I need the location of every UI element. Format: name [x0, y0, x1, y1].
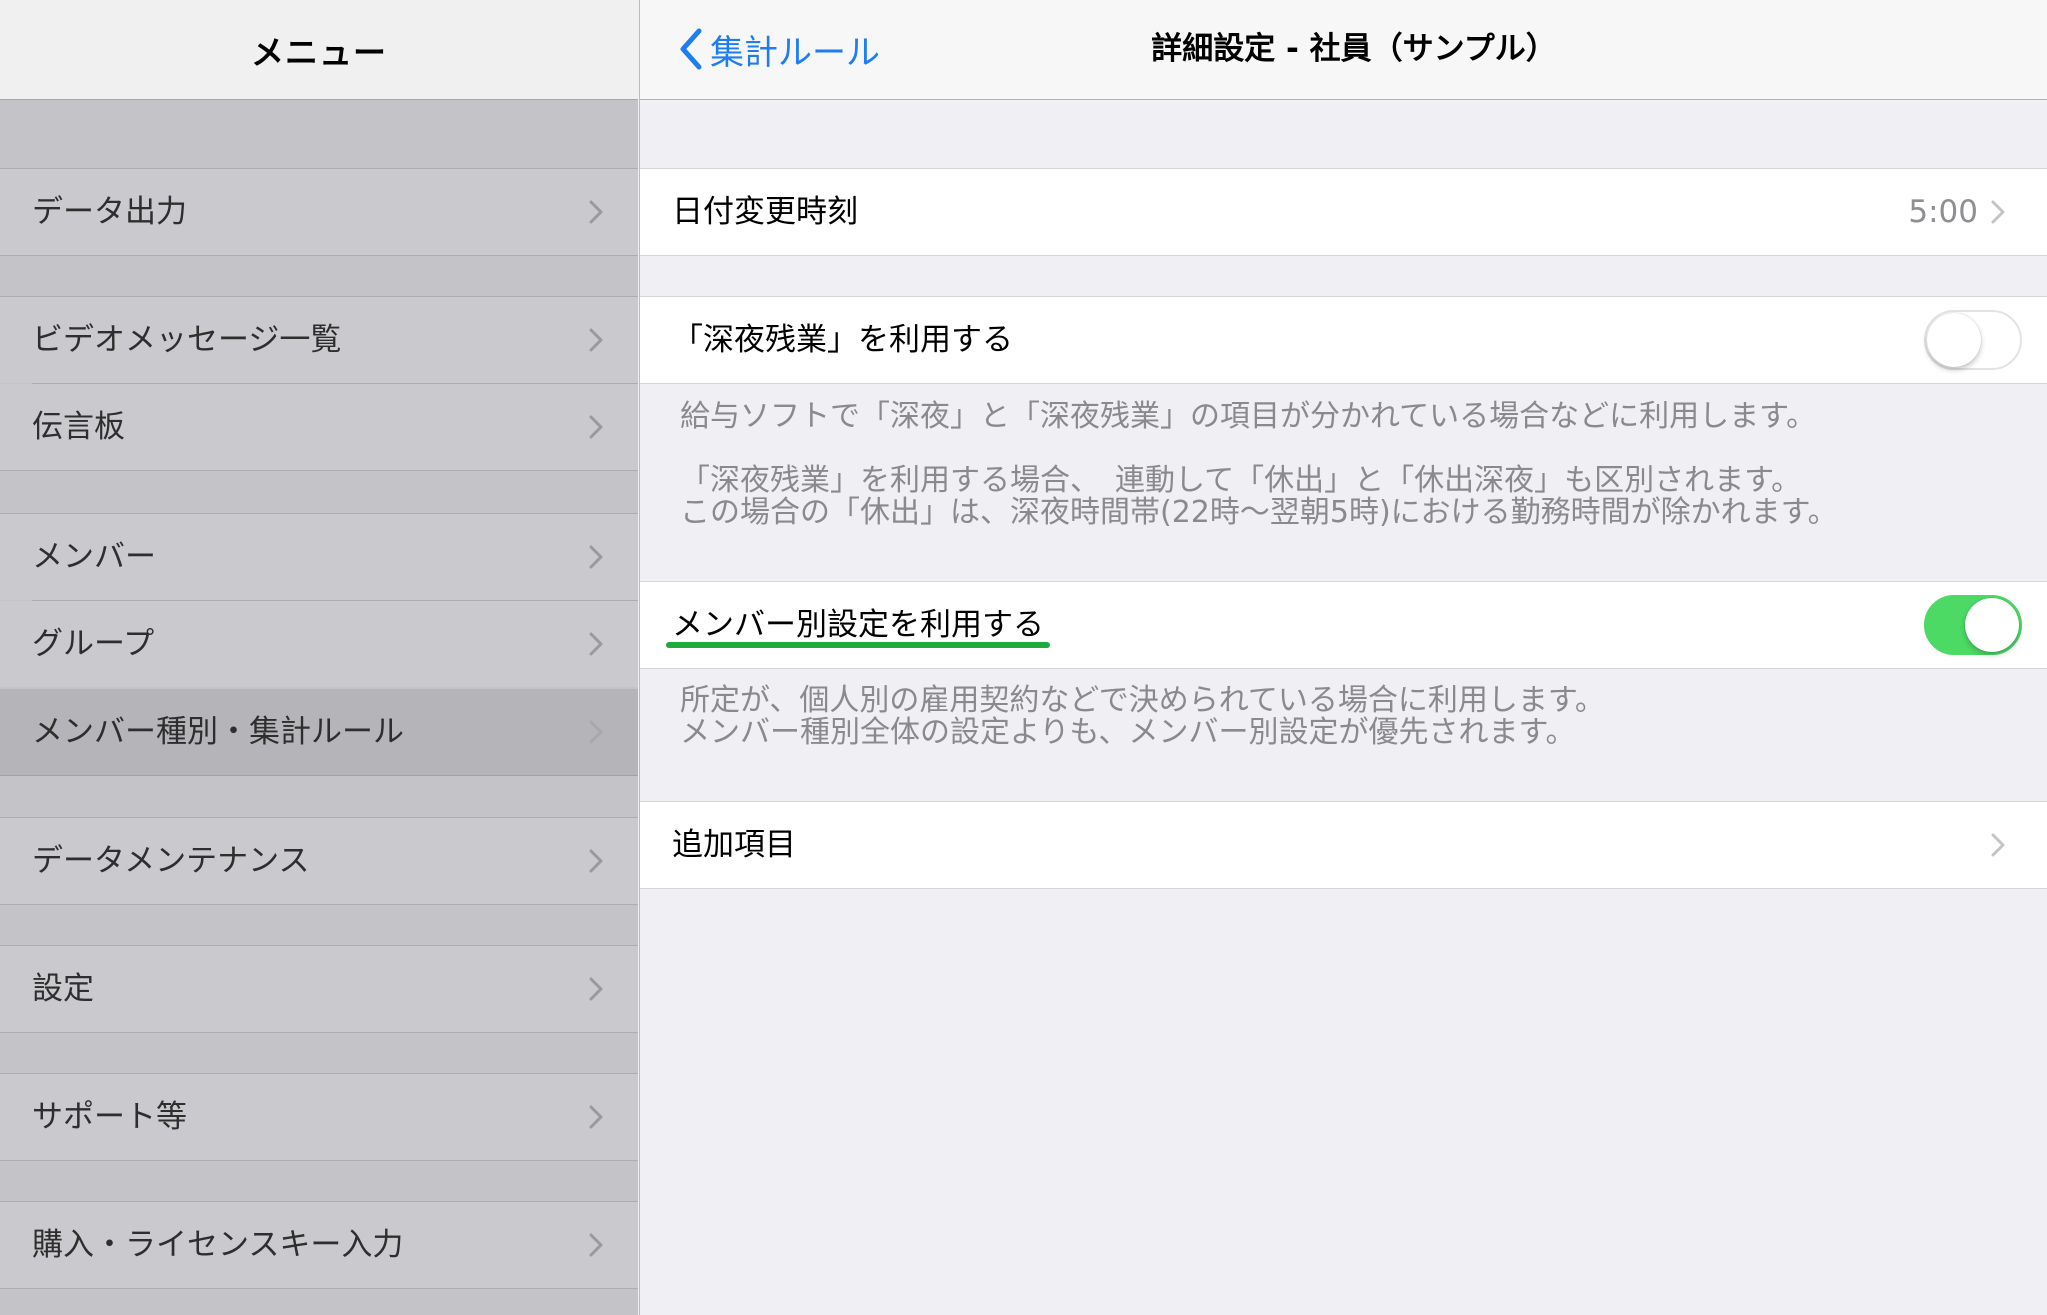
- sidebar-item-label: 設定: [32, 971, 94, 1007]
- additional-items-label: 追加項目: [672, 827, 796, 863]
- sidebar-item-label: メンバー種別・集計ルール: [32, 714, 404, 750]
- date-change-time-row[interactable]: 日付変更時刻 5:00: [640, 168, 2047, 256]
- member-settings-label: メンバー別設定を利用する: [672, 607, 1044, 643]
- sidebar-nav-bar: メニュー: [0, 0, 638, 100]
- highlight-underline: [666, 642, 1050, 648]
- back-button[interactable]: 集計ルール: [678, 24, 880, 74]
- chevron-right-icon: [589, 415, 603, 439]
- chevron-right-icon: [589, 1105, 603, 1129]
- footer-text: メンバー種別全体の設定よりも、メンバー別設定が優先されます。: [680, 715, 1576, 750]
- sidebar-item-purchase-license[interactable]: 購入・ライセンスキー入力: [0, 1201, 638, 1289]
- sidebar-item-label: サポート等: [32, 1099, 187, 1135]
- chevron-left-icon: [680, 28, 702, 70]
- sidebar: メニュー データ出力 ビデオメッセージ一覧 伝言板 メンバー グループ メンバー…: [0, 0, 638, 1315]
- toggle-knob: [1965, 598, 2019, 652]
- date-change-time-label: 日付変更時刻: [672, 194, 858, 230]
- date-change-time-value: 5:00: [1908, 194, 1978, 230]
- sidebar-item-data-maintenance[interactable]: データメンテナンス: [0, 817, 638, 905]
- chevron-right-icon: [1991, 833, 2005, 857]
- detail-panel: 詳細設定 - 社員（サンプル） 集計ルール 日付変更時刻 5:00 「深夜残業」…: [639, 0, 2047, 1315]
- member-settings-footer: 所定が、個人別の雇用契約などで決められている場合に利用します。 メンバー種別全体…: [680, 685, 2020, 749]
- sidebar-item-label: メンバー: [32, 539, 156, 575]
- chevron-right-icon: [589, 720, 603, 744]
- footer-text: この場合の「休出」は、深夜時間帯(22時〜翌朝5時)における勤務時間が除かれます…: [680, 495, 1838, 530]
- sidebar-title: メニュー: [251, 32, 387, 72]
- chevron-right-icon: [589, 328, 603, 352]
- sidebar-item-groups[interactable]: グループ: [0, 601, 638, 687]
- sidebar-item-label: 購入・ライセンスキー入力: [32, 1227, 404, 1263]
- toggle-knob: [1927, 313, 1981, 367]
- sidebar-item-settings[interactable]: 設定: [0, 945, 638, 1033]
- chevron-right-icon: [589, 545, 603, 569]
- footer-text: 「深夜残業」を利用する場合、 連動して「休出」と「休出深夜」も区別されます。: [680, 463, 1802, 498]
- footer-text: 所定が、個人別の雇用契約などで決められている場合に利用します。: [680, 683, 1605, 718]
- sidebar-item-label: ビデオメッセージ一覧: [32, 322, 342, 358]
- sidebar-item-support[interactable]: サポート等: [0, 1073, 638, 1161]
- sidebar-item-data-output[interactable]: データ出力: [0, 168, 638, 256]
- late-night-overtime-footer: 給与ソフトで「深夜」と「深夜残業」の項目が分かれている場合などに利用します。 「…: [680, 401, 2020, 529]
- late-night-overtime-row: 「深夜残業」を利用する: [640, 296, 2047, 384]
- sidebar-item-members[interactable]: メンバー: [0, 513, 638, 601]
- sidebar-item-label: 伝言板: [32, 409, 125, 445]
- sidebar-item-message-board[interactable]: 伝言板: [0, 384, 638, 471]
- sidebar-item-video-messages[interactable]: ビデオメッセージ一覧: [0, 296, 638, 384]
- chevron-right-icon: [1991, 200, 2005, 224]
- chevron-right-icon: [589, 977, 603, 1001]
- additional-items-row[interactable]: 追加項目: [640, 801, 2047, 889]
- member-settings-row: メンバー別設定を利用する: [640, 581, 2047, 669]
- member-settings-toggle[interactable]: [1924, 595, 2022, 655]
- sidebar-item-member-types[interactable]: メンバー種別・集計ルール: [0, 689, 638, 776]
- chevron-right-icon: [589, 632, 603, 656]
- late-night-overtime-toggle[interactable]: [1924, 310, 2022, 370]
- footer-text: 給与ソフトで「深夜」と「深夜残業」の項目が分かれている場合などに利用します。: [680, 399, 1817, 434]
- sidebar-item-label: データ出力: [32, 194, 187, 230]
- chevron-right-icon: [589, 849, 603, 873]
- sidebar-item-label: グループ: [32, 626, 155, 662]
- sidebar-item-label: データメンテナンス: [32, 843, 310, 879]
- chevron-right-icon: [589, 200, 603, 224]
- chevron-right-icon: [589, 1233, 603, 1257]
- back-button-label: 集計ルール: [710, 32, 880, 73]
- detail-nav-bar: 詳細設定 - 社員（サンプル） 集計ルール: [640, 0, 2047, 100]
- late-night-overtime-label: 「深夜残業」を利用する: [672, 322, 1013, 358]
